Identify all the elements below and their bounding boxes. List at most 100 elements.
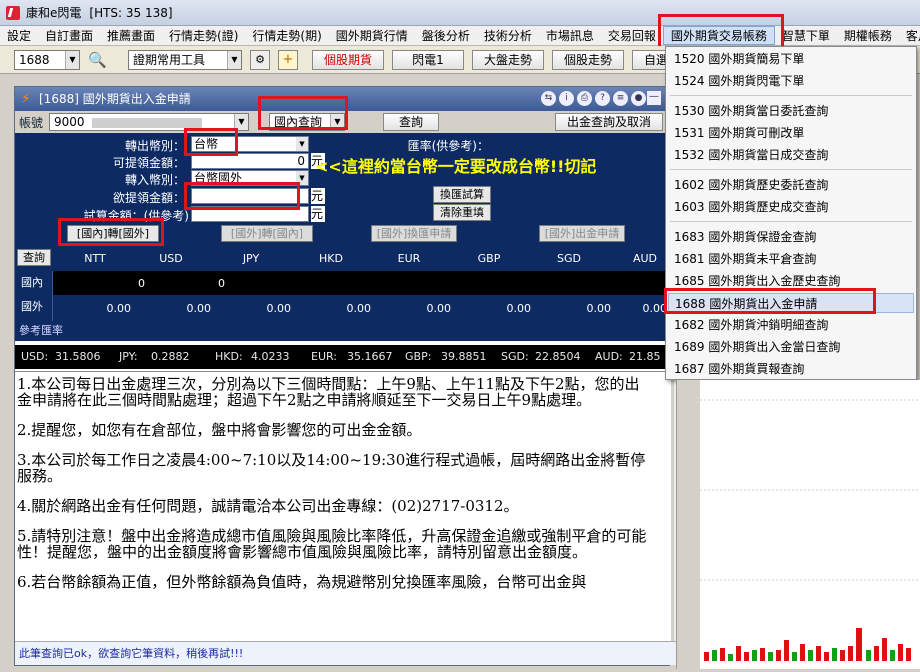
rate-label: 匯率(供參考)： bbox=[407, 139, 489, 153]
chevron-down-icon[interactable]: ▼ bbox=[65, 51, 79, 69]
col-sgd: SGD bbox=[557, 252, 581, 265]
settings-icon[interactable]: ≡ bbox=[613, 91, 628, 106]
rate-eur-value: 35.1667 bbox=[347, 350, 393, 363]
cell-foreign-eur: 0.00 bbox=[426, 302, 452, 315]
notice-item: 3.本公司於每工作日之凌晨4:00~7:10以及14:00~19:30進行程式過… bbox=[17, 451, 646, 485]
rate-usd-ccy: USD: bbox=[21, 350, 49, 363]
menu-recommended[interactable]: 推薦畫面 bbox=[100, 27, 162, 44]
menu-item-1681[interactable]: 1681 國外期貨未平倉查詢 bbox=[668, 249, 914, 269]
rate-aud-value: 21.85 bbox=[629, 350, 661, 363]
menu-market-news[interactable]: 市場訊息 bbox=[539, 27, 601, 44]
currency-header: 查詢 NTT USD JPY HKD EUR GBP SGD AUD bbox=[15, 245, 669, 271]
menu-quotes-futures[interactable]: 行情走勢(期) bbox=[245, 27, 328, 44]
cell-foreign-sgd: 0.00 bbox=[586, 302, 612, 315]
stock-futures-button[interactable]: 個股期貨 bbox=[312, 50, 384, 70]
app-title: 康和e閃電 bbox=[26, 6, 82, 20]
cell-foreign-usd: 0.00 bbox=[186, 302, 212, 315]
menu-item-1531[interactable]: 1531 國外期貨可刪改單 bbox=[668, 123, 914, 143]
link-icon[interactable]: ⇆ bbox=[541, 91, 556, 106]
pin-icon[interactable]: ● bbox=[631, 91, 646, 106]
col-gbp: GBP bbox=[477, 252, 501, 265]
notice-item: 4.關於網路出金有任何問題，誠請電洽本公司出金專線：(02)2717-0312。 bbox=[17, 497, 519, 515]
menu-item-1603[interactable]: 1603 國外期貨歷史成交查詢 bbox=[668, 197, 914, 217]
app-icon bbox=[6, 5, 20, 20]
menu-item-1532[interactable]: 1532 國外期貨當日成交查詢 bbox=[668, 145, 914, 165]
background-chart bbox=[700, 380, 920, 669]
menu-item-1682[interactable]: 1682 國外期貨沖銷明細查詢 bbox=[668, 315, 914, 335]
account-mask bbox=[92, 117, 203, 128]
chevron-down-icon[interactable]: ▼ bbox=[296, 137, 308, 151]
col-eur: EUR bbox=[397, 252, 421, 265]
account-label: 帳號 bbox=[19, 116, 44, 130]
rate-sgd-value: 22.8504 bbox=[535, 350, 581, 363]
help-icon[interactable]: ? bbox=[595, 91, 610, 106]
row-label-domestic: 國內 bbox=[15, 271, 53, 295]
out-currency-label: 轉出幣別： bbox=[124, 139, 185, 153]
available-label: 可提領金額： bbox=[112, 156, 185, 170]
foreign-account-dropdown: 1520 國外期貨簡易下單 1524 國外期貨閃電下單 1530 國外期貨當日委… bbox=[665, 46, 917, 380]
foreign-to-domestic-button[interactable]: [國外]轉[國內] bbox=[221, 225, 313, 242]
notice-item: 5.請特別注意！盤中出金將造成總市值風險與風險比率降低，升高保證金追繳或強制平倉… bbox=[17, 527, 647, 561]
menu-settings[interactable]: 設定 bbox=[0, 27, 38, 44]
highlight-domestic-button bbox=[58, 218, 164, 246]
index-trend-button[interactable]: 大盤走勢 bbox=[472, 50, 544, 70]
cell-foreign-aud: 0.00 bbox=[642, 302, 668, 315]
col-hkd: HKD bbox=[319, 252, 343, 265]
add-icon[interactable]: + bbox=[278, 50, 298, 70]
chevron-down-icon[interactable]: ▼ bbox=[227, 51, 241, 69]
highlight-out-currency bbox=[184, 128, 238, 156]
foreign-withdraw-button[interactable]: [國外]出金申請 bbox=[539, 225, 625, 242]
rate-aud-ccy: AUD: bbox=[595, 350, 623, 363]
menu-item-1687[interactable]: 1687 國外期貨買報查詢 bbox=[668, 359, 914, 379]
menu-separator bbox=[670, 95, 912, 96]
menu-options-account[interactable]: 期權帳務 bbox=[837, 27, 899, 44]
menu-item-1520[interactable]: 1520 國外期貨簡易下單 bbox=[668, 49, 914, 69]
info-icon[interactable]: i bbox=[559, 91, 574, 106]
withdraw-unit: 元 bbox=[311, 188, 325, 204]
menu-item-1530[interactable]: 1530 國外期貨當日委託查詢 bbox=[668, 101, 914, 121]
convert-trial-button[interactable]: 換匯試算 bbox=[433, 186, 491, 203]
col-jpy: JPY bbox=[242, 252, 260, 265]
query-button[interactable]: 查詢 bbox=[383, 113, 439, 131]
hts-info: [HTS: 35 138] bbox=[89, 5, 173, 20]
menu-foreign-quotes[interactable]: 國外期貨行情 bbox=[329, 27, 415, 44]
menu-trade-report[interactable]: 交易回報 bbox=[601, 27, 663, 44]
notice-item: 2.提醒您，如您有在倉部位，盤中將會影響您的可出金金額。 bbox=[17, 421, 422, 439]
notice-item: 1.本公司每日出金處理三次，分別為以下三個時間點：上午9點、上午11點及下午2點… bbox=[17, 375, 640, 409]
cell-foreign-jpy: 0.00 bbox=[266, 302, 292, 315]
menu-item-1602[interactable]: 1602 國外期貨歷史委託查詢 bbox=[668, 175, 914, 195]
print-icon[interactable]: ⎙ bbox=[577, 91, 592, 106]
account-value: 9000 bbox=[54, 115, 85, 129]
stock-code-combo[interactable]: 1688 ▼ bbox=[14, 50, 80, 70]
menu-item-1524[interactable]: 1524 國外期貨閃電下單 bbox=[668, 71, 914, 91]
cell-domestic-ntt: 0 bbox=[138, 277, 145, 290]
tool-settings-icon[interactable]: ⚙ bbox=[250, 50, 270, 70]
volume-bars bbox=[700, 399, 920, 661]
menu-technical[interactable]: 技術分析 bbox=[477, 27, 539, 44]
stock-trend-button[interactable]: 個股走勢 bbox=[552, 50, 624, 70]
menu-custom-screen[interactable]: 自訂畫面 bbox=[38, 27, 100, 44]
menu-quotes-stock[interactable]: 行情走勢(證) bbox=[162, 27, 245, 44]
withdraw-history-button[interactable]: 出金查詢及取消 bbox=[555, 113, 663, 131]
minimize-icon[interactable]: — bbox=[647, 91, 661, 105]
withdrawal-window: ⚡ [1688] 國外期貨出入金申請 ⇆ i ⎙ ? ≡ ● — 帳號 9000… bbox=[14, 86, 691, 666]
flash1-button[interactable]: 閃電1 bbox=[392, 50, 464, 70]
menu-smart-order[interactable]: 智慧下單 bbox=[775, 27, 837, 44]
lightning-icon: ⚡ bbox=[21, 91, 31, 107]
notice-item: 6.若台幣餘額為正值，但外幣餘額為負值時，為規避幣別兌換匯率風險，台幣可出金與 bbox=[17, 573, 587, 591]
cell-foreign-gbp: 0.00 bbox=[506, 302, 532, 315]
menu-item-1689[interactable]: 1689 國外期貨出入金當日查詢 bbox=[668, 337, 914, 357]
reset-button[interactable]: 清除重填 bbox=[433, 204, 491, 221]
tools-combo[interactable]: 證期常用工具 ▼ bbox=[128, 50, 242, 70]
menu-after-hours[interactable]: 盤後分析 bbox=[415, 27, 477, 44]
withdraw-label: 欲提領金額： bbox=[112, 191, 185, 205]
rate-jpy-ccy: JPY: bbox=[119, 350, 138, 363]
menu-customer[interactable]: 客戶 bbox=[899, 27, 920, 44]
rate-hkd-value: 4.0233 bbox=[251, 350, 290, 363]
highlight-query-type bbox=[258, 96, 348, 130]
currency-query-button[interactable]: 查詢 bbox=[17, 249, 51, 266]
fx-exchange-button[interactable]: [國外]換匯申請 bbox=[371, 225, 457, 242]
search-icon[interactable]: 🔍 bbox=[88, 51, 107, 69]
menu-item-1683[interactable]: 1683 國外期貨保證金查詢 bbox=[668, 227, 914, 247]
rates-label: 參考匯率 bbox=[15, 321, 669, 341]
